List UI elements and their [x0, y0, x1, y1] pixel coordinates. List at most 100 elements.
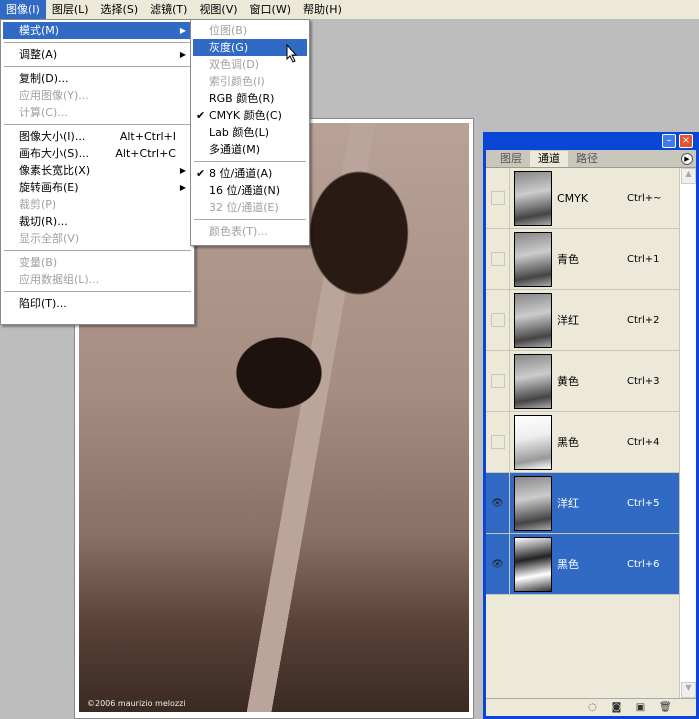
- save-selection-icon[interactable]: ◙: [611, 702, 622, 713]
- visibility-empty-box[interactable]: [490, 191, 505, 205]
- menu-item[interactable]: 应用数据组(L)...: [3, 271, 192, 288]
- channel-thumbnail: [514, 170, 552, 226]
- menu-item-label: Lab 颜色(L): [209, 126, 270, 139]
- menu-help[interactable]: 帮助(H): [297, 0, 348, 19]
- channel-row[interactable]: 👁 洋红 Ctrl+5: [486, 472, 682, 534]
- menu-layer[interactable]: 图层(L): [46, 0, 95, 19]
- channel-row[interactable]: 洋红 Ctrl+2: [486, 289, 682, 351]
- channel-row[interactable]: CMYK Ctrl+~: [486, 167, 682, 229]
- submenu-arrow-icon: ▶: [179, 50, 186, 59]
- menu-item-label: 计算(C)...: [19, 106, 68, 119]
- image-menu: 模式(M) ▶ 调整(A) ▶ 复制(D)... 应用图像(Y)... 计算(C)... 图像…: [0, 19, 195, 325]
- menu-item-label: 裁剪(P): [19, 198, 57, 211]
- menu-item-label: 图像大小(I)...: [19, 130, 86, 143]
- menu-item[interactable]: 调整(A) ▶: [3, 46, 192, 63]
- menu-item[interactable]: 32 位/通道(E): [193, 199, 307, 216]
- channel-name: 青色: [557, 253, 579, 266]
- visibility-toggle[interactable]: [486, 411, 510, 473]
- scroll-down-icon[interactable]: ▼: [681, 682, 696, 698]
- menu-item[interactable]: 多通道(M): [193, 141, 307, 158]
- submenu-arrow-icon: ▶: [179, 26, 186, 35]
- menu-item[interactable]: Lab 颜色(L): [193, 124, 307, 141]
- mouse-cursor-icon: [286, 44, 298, 63]
- minimize-icon[interactable]: –: [662, 134, 676, 148]
- menu-item-label: 变量(B): [19, 256, 58, 269]
- menu-item-label: 像素长宽比(X): [19, 164, 91, 177]
- menu-image[interactable]: 图像(I): [0, 0, 46, 19]
- visibility-toggle[interactable]: 👁: [486, 472, 510, 534]
- channel-name: 黄色: [557, 375, 579, 388]
- menu-item[interactable]: 16 位/通道(N): [193, 182, 307, 199]
- menu-item[interactable]: 颜色表(T)...: [193, 223, 307, 240]
- visibility-empty-box[interactable]: [490, 374, 505, 388]
- menu-item-label: 灰度(G): [209, 41, 249, 54]
- channels-panel: – × 图层 通道 路径 ▶ CMYK Ctrl+~ 青色 Ctrl+1 洋红 Ctrl+…: [483, 132, 699, 719]
- delete-channel-icon[interactable]: 🗑: [659, 702, 672, 713]
- visibility-toggle[interactable]: 👁: [486, 533, 510, 595]
- menu-item[interactable]: 陷印(T)...: [3, 295, 192, 312]
- tab-layers[interactable]: 图层: [492, 151, 530, 167]
- menu-filter[interactable]: 滤镜(T): [144, 0, 193, 19]
- channel-thumbnail: [514, 475, 552, 531]
- menu-item[interactable]: 旋转画布(E) ▶: [3, 179, 192, 196]
- channel-row[interactable]: 👁 黑色 Ctrl+6: [486, 533, 682, 595]
- menu-item[interactable]: 变量(B): [3, 254, 192, 271]
- visibility-empty-box[interactable]: [490, 252, 505, 266]
- checkmark-icon: ✔: [196, 109, 206, 122]
- watermark: ©2006 maurizio melozzi: [87, 699, 186, 708]
- menu-select[interactable]: 选择(S): [95, 0, 145, 19]
- channel-row[interactable]: 青色 Ctrl+1: [486, 228, 682, 290]
- menu-item-label: RGB 颜色(R): [209, 92, 275, 105]
- tab-paths[interactable]: 路径: [568, 151, 606, 167]
- menu-item[interactable]: 像素长宽比(X) ▶: [3, 162, 192, 179]
- menu-item[interactable]: 应用图像(Y)...: [3, 87, 192, 104]
- panel-title-bar[interactable]: – ×: [486, 132, 696, 150]
- scroll-up-icon[interactable]: ▲: [681, 168, 696, 184]
- channel-thumbnail: [514, 292, 552, 348]
- menu-separator: [194, 161, 306, 162]
- menu-item[interactable]: 画布大小(S)... Alt+Ctrl+C: [3, 145, 192, 162]
- channel-thumbnail: [514, 231, 552, 287]
- visibility-empty-box[interactable]: [490, 435, 505, 449]
- menu-item[interactable]: 索引颜色(I): [193, 73, 307, 90]
- visibility-toggle[interactable]: [486, 228, 510, 290]
- menu-item[interactable]: 复制(D)...: [3, 70, 192, 87]
- menu-item[interactable]: 图像大小(I)... Alt+Ctrl+I: [3, 128, 192, 145]
- menu-item-label: 显示全部(V): [19, 232, 80, 245]
- menu-item[interactable]: 模式(M) ▶: [3, 22, 192, 39]
- menu-item-label: 旋转画布(E): [19, 181, 79, 194]
- visibility-toggle[interactable]: [486, 167, 510, 229]
- menu-item[interactable]: ✔ CMYK 颜色(C): [193, 107, 307, 124]
- menu-item-label: 16 位/通道(N): [209, 184, 281, 197]
- menu-bar: 图像(I) 图层(L) 选择(S) 滤镜(T) 视图(V) 窗口(W) 帮助(H…: [0, 0, 699, 19]
- tab-channels[interactable]: 通道: [530, 151, 568, 167]
- load-selection-icon[interactable]: ◌: [587, 702, 598, 713]
- new-channel-icon[interactable]: ▣: [635, 702, 646, 713]
- visibility-empty-box[interactable]: [490, 313, 505, 327]
- menu-item[interactable]: 裁切(R)...: [3, 213, 192, 230]
- menu-item-label: 位图(B): [209, 24, 248, 37]
- menu-item[interactable]: 位图(B): [193, 22, 307, 39]
- menu-view[interactable]: 视图(V): [193, 0, 243, 19]
- menu-window[interactable]: 窗口(W): [244, 0, 297, 19]
- menu-item-shortcut: Alt+Ctrl+C: [115, 147, 176, 160]
- menu-item[interactable]: 裁剪(P): [3, 196, 192, 213]
- close-icon[interactable]: ×: [679, 134, 693, 148]
- channel-shortcut: Ctrl+3: [627, 375, 660, 387]
- scrollbar[interactable]: ▲ ▼: [679, 168, 696, 698]
- visibility-toggle[interactable]: [486, 350, 510, 412]
- channel-row[interactable]: 黑色 Ctrl+4: [486, 411, 682, 473]
- panel-menu-arrow-icon[interactable]: ▶: [681, 153, 693, 165]
- menu-item-label: 多通道(M): [209, 143, 261, 156]
- menu-item[interactable]: 显示全部(V): [3, 230, 192, 247]
- visibility-toggle[interactable]: [486, 289, 510, 351]
- submenu-arrow-icon: ▶: [179, 166, 186, 175]
- channel-row[interactable]: 黄色 Ctrl+3: [486, 350, 682, 412]
- menu-item-label: 复制(D)...: [19, 72, 69, 85]
- checkmark-icon: ✔: [196, 167, 206, 180]
- menu-item[interactable]: 计算(C)...: [3, 104, 192, 121]
- menu-item[interactable]: ✔ 8 位/通道(A): [193, 165, 307, 182]
- panel-tabs: 图层 通道 路径 ▶: [486, 150, 696, 168]
- menu-separator: [4, 42, 191, 43]
- menu-item[interactable]: RGB 颜色(R): [193, 90, 307, 107]
